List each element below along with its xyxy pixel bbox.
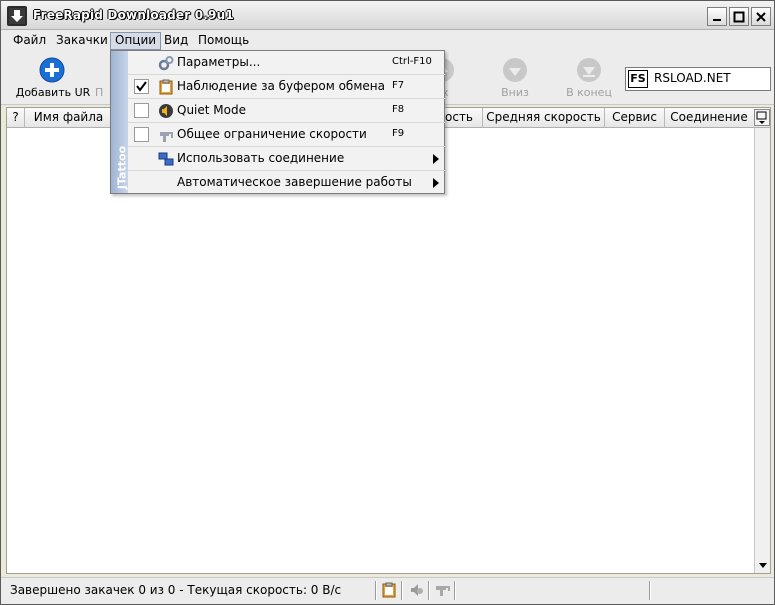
menu-item-label: Использовать соединение	[177, 151, 345, 165]
minimize-button[interactable]	[707, 7, 727, 26]
menu-item-shortcut: F8	[392, 104, 405, 115]
move-down-button[interactable]: Вниз	[489, 53, 541, 101]
menu-downloads[interactable]: Закачки	[52, 32, 112, 50]
status-bar: Завершено закачек 0 из 0 - Текущая скоро…	[1, 577, 774, 604]
menu-item-clipboard-monitoring[interactable]: Наблюдение за буфером обмена F7	[128, 75, 445, 99]
menu-strip-label: JTattoo	[115, 145, 129, 190]
speed-limit-icon	[160, 132, 173, 142]
status-separator	[649, 581, 651, 600]
add-url-label: Добавить UR	[15, 86, 91, 99]
window-title: FreeRapid Downloader 0.9u1	[33, 8, 234, 22]
menu-item-settings[interactable]: Параметры... Ctrl-F10	[128, 51, 445, 75]
column-connection[interactable]: Соединение	[665, 108, 753, 128]
menu-item-shortcut: F9	[392, 128, 405, 139]
vertical-scrollbar[interactable]	[754, 128, 770, 573]
menu-item-label: Quiet Mode	[177, 103, 246, 117]
column-speed[interactable]: ость	[445, 108, 483, 128]
column-status[interactable]: ?	[7, 108, 25, 128]
status-separator	[375, 581, 377, 600]
submenu-arrow-icon	[433, 154, 439, 164]
checkbox-clipboard-monitoring[interactable]	[134, 79, 149, 94]
speaker-icon	[159, 104, 173, 118]
down-arrow-icon	[503, 58, 527, 82]
app-window: FreeRapid Downloader 0.9u1 Файл Закачки …	[0, 0, 775, 605]
status-separator	[401, 581, 403, 600]
menu-item-label: Параметры...	[177, 55, 261, 69]
menu-item-speed-limit[interactable]: Общее ограничение скорости F9	[128, 123, 445, 147]
move-to-end-label: В конец	[566, 86, 612, 99]
status-separator	[428, 581, 430, 600]
menu-item-label: Наблюдение за буфером обмена	[177, 79, 385, 93]
menu-item-shortcut: F7	[392, 80, 405, 91]
checkmark-icon	[136, 81, 147, 92]
menu-item-quiet-mode[interactable]: Quiet Mode F8	[128, 99, 445, 123]
column-service[interactable]: Сервис	[605, 108, 665, 128]
checkbox-speed-limit[interactable]	[134, 127, 149, 142]
column-avg-speed[interactable]: Средняя скорость	[483, 108, 605, 128]
menu-item-label: Автоматическое завершение работы	[177, 175, 412, 189]
status-text: Завершено закачек 0 из 0 - Текущая скоро…	[10, 583, 342, 597]
menu-view[interactable]: Вид	[160, 32, 192, 50]
menu-file[interactable]: Файл	[9, 32, 50, 50]
title-bar[interactable]: FreeRapid Downloader 0.9u1	[1, 1, 774, 30]
speed-limit-status-icon[interactable]	[434, 582, 450, 598]
menu-item-auto-shutdown[interactable]: Автоматическое завершение работы	[128, 171, 445, 195]
move-down-label: Вниз	[501, 86, 529, 99]
service-name: RSLOAD.NET	[654, 71, 731, 85]
connection-icon	[158, 152, 174, 166]
menu-item-label: Общее ограничение скорости	[177, 127, 367, 141]
app-download-icon	[7, 6, 27, 26]
gear-icon	[158, 56, 174, 71]
service-logo: FS	[628, 70, 648, 88]
menu-item-shortcut: Ctrl-F10	[392, 56, 432, 67]
menu-side-strip: JTattoo	[111, 51, 129, 193]
menu-help[interactable]: Помощь	[194, 32, 253, 50]
partial-label: П	[95, 86, 104, 99]
menu-item-use-connection[interactable]: Использовать соединение	[128, 147, 445, 171]
submenu-arrow-icon	[433, 178, 439, 188]
column-chooser-icon[interactable]	[754, 109, 770, 126]
move-to-end-button[interactable]: В конец	[561, 53, 617, 101]
quiet-mode-status-icon[interactable]	[408, 582, 424, 598]
service-selector[interactable]: FS RSLOAD.NET	[625, 67, 771, 91]
checkbox-quiet-mode[interactable]	[134, 103, 149, 118]
column-filename[interactable]: Имя файла	[25, 108, 113, 128]
menu-options[interactable]: Опции	[110, 32, 162, 50]
close-button[interactable]	[751, 7, 771, 26]
clipboard-icon	[159, 79, 173, 95]
menu-bar: Файл Закачки Опции Вид Помощь	[1, 30, 774, 51]
maximize-button[interactable]	[729, 7, 749, 26]
add-url-button[interactable]: Добавить UR	[15, 53, 91, 101]
to-end-icon	[577, 58, 601, 82]
scroll-down-icon[interactable]	[756, 558, 770, 572]
status-separator	[454, 581, 456, 600]
clipboard-status-icon[interactable]	[381, 582, 397, 598]
options-menu: JTattoo Параметры... Ctrl-F10 Наблюдение…	[110, 50, 445, 194]
add-icon	[39, 57, 65, 83]
partial-button[interactable]: П	[95, 53, 109, 101]
